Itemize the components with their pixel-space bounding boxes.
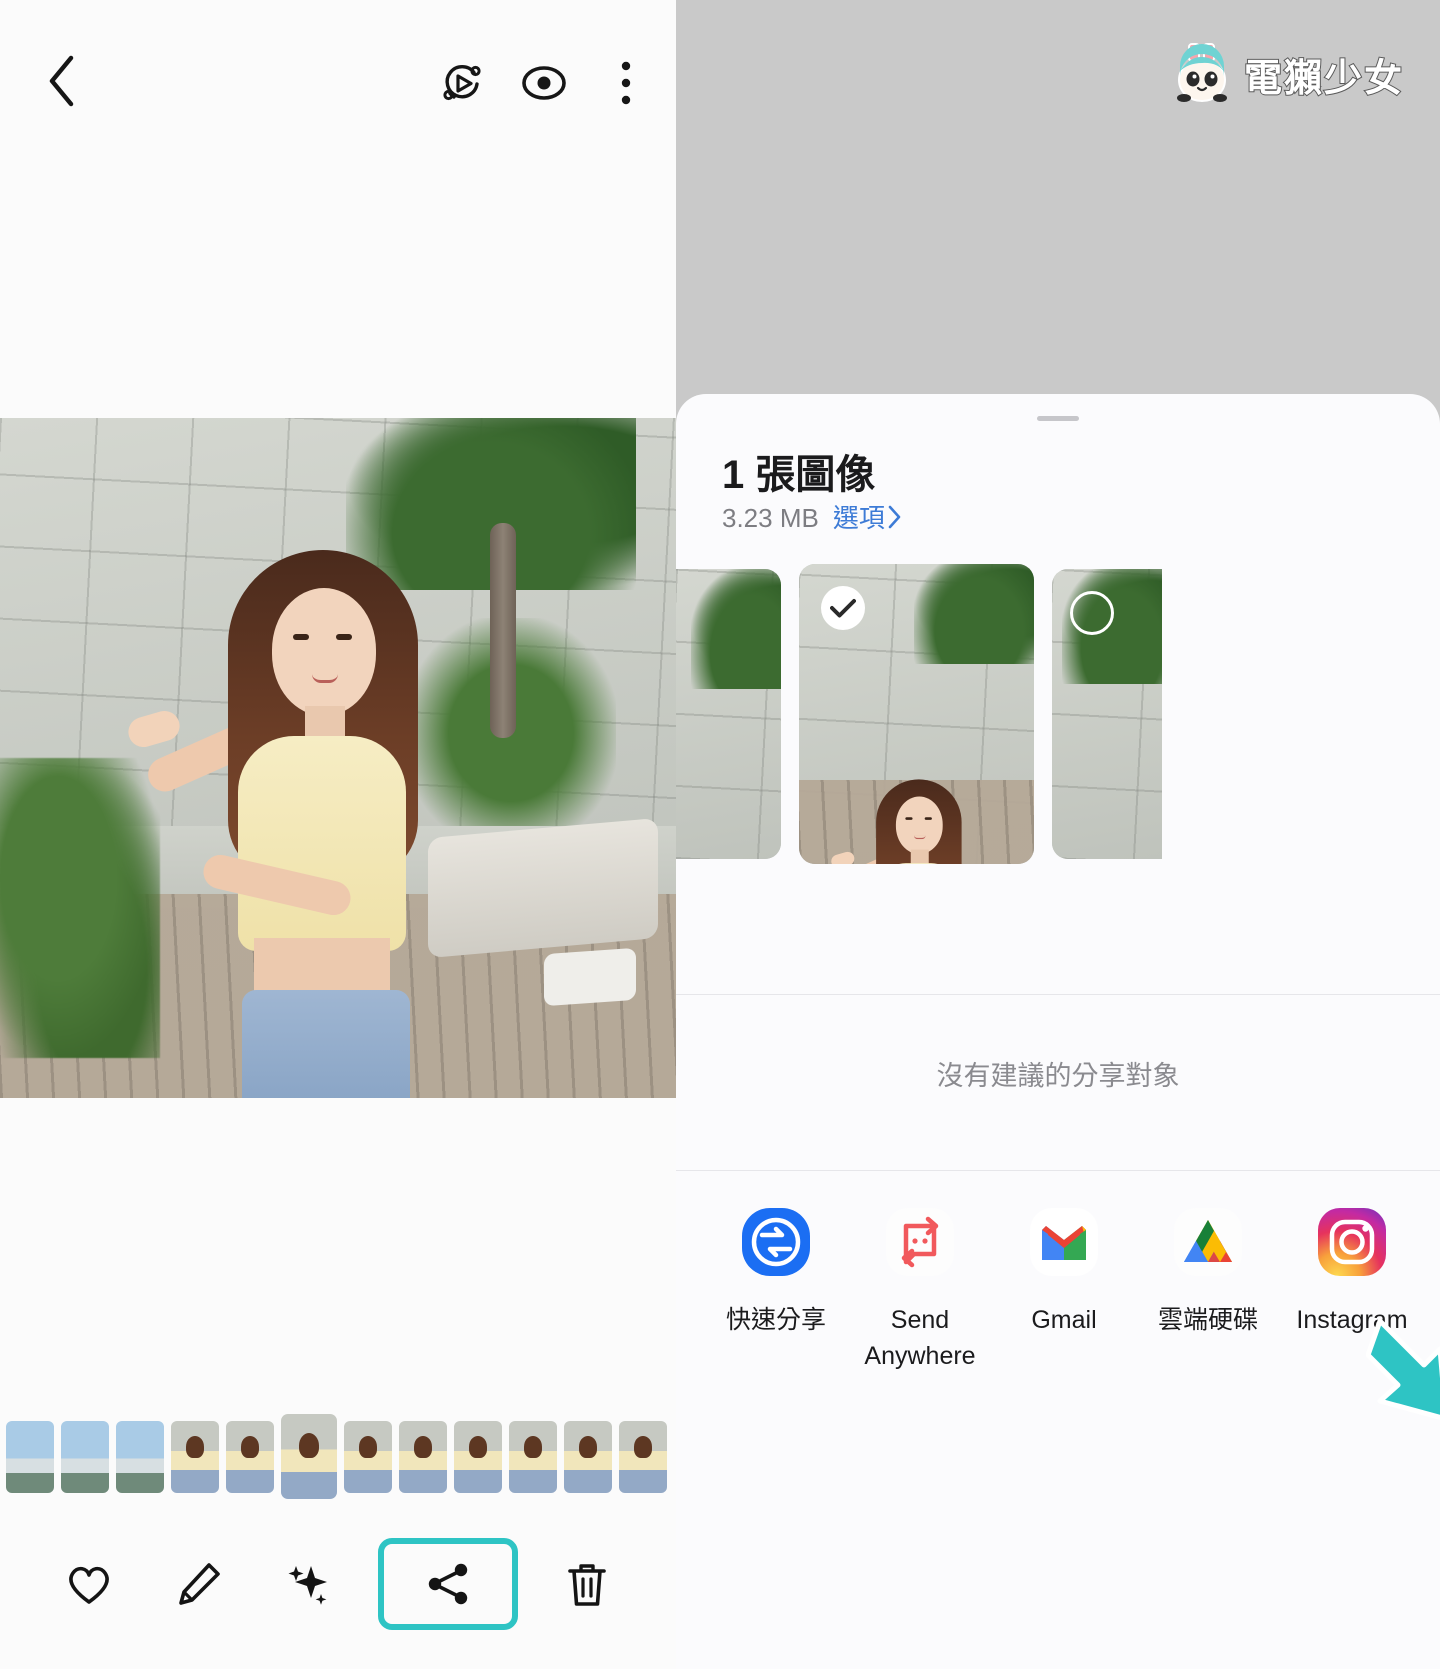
overflow-menu-icon[interactable] xyxy=(598,55,654,111)
filmstrip-thumb[interactable] xyxy=(61,1420,109,1493)
filmstrip-thumb[interactable] xyxy=(619,1420,667,1493)
google-drive-icon xyxy=(1170,1204,1246,1280)
viewer-toolbar-actions xyxy=(434,55,654,111)
favorite-heart-icon[interactable] xyxy=(48,1543,130,1625)
sheet-divider xyxy=(676,1170,1440,1171)
filmstrip-thumb[interactable] xyxy=(116,1420,164,1493)
android-share-sheet-pane: 電獺少女 1 張圖像 3.23 MB 選項 沒有建議的分享對象 快速分享 Sen… xyxy=(676,0,1440,1669)
watermark-text: 電獺少女 xyxy=(1243,55,1404,101)
filmstrip-thumb[interactable] xyxy=(564,1420,612,1493)
gallery-photo-viewer xyxy=(0,0,676,1669)
filmstrip-thumb[interactable] xyxy=(399,1420,447,1493)
back-chevron-icon[interactable] xyxy=(36,55,88,107)
photo-umbrella xyxy=(490,523,516,738)
viewer-top-toolbar xyxy=(0,0,676,165)
delete-trash-icon[interactable] xyxy=(546,1543,628,1625)
filmstrip-thumb[interactable] xyxy=(171,1420,219,1493)
share-sheet-subtitle: 3.23 MB 選項 xyxy=(722,498,903,535)
site-watermark: 電獺少女 xyxy=(1170,42,1404,106)
app-label: Gmail xyxy=(1031,1306,1097,1334)
motion-photo-icon[interactable] xyxy=(434,55,490,111)
teal-pointer-arrow-icon xyxy=(1365,1315,1440,1440)
filmstrip-thumb[interactable] xyxy=(454,1420,502,1493)
share-target-quick-share[interactable]: 快速分享 xyxy=(704,1204,848,1338)
unselected-check-icon[interactable] xyxy=(1070,591,1114,635)
sheet-drag-handle[interactable] xyxy=(1037,416,1079,421)
share-thumbnail[interactable] xyxy=(1052,569,1162,859)
otter-girl-mascot-icon xyxy=(1170,42,1234,106)
eye-icon[interactable] xyxy=(516,55,572,111)
share-sheet-panel: 1 張圖像 3.23 MB 選項 沒有建議的分享對象 快速分享 Send Any… xyxy=(676,394,1440,1669)
gmail-icon xyxy=(1026,1204,1102,1280)
share-sheet-title: 1 張圖像 xyxy=(722,453,876,497)
edit-pencil-icon[interactable] xyxy=(158,1543,240,1625)
share-target-app-row[interactable]: 快速分享 Send Anywhere Gmail 雲端硬碟 Instagram xyxy=(676,1204,1440,1454)
main-photo[interactable] xyxy=(0,418,676,1098)
no-suggestions-text: 沒有建議的分享對象 xyxy=(936,1061,1180,1091)
photo-subject-person xyxy=(124,438,480,1098)
filmstrip-thumb[interactable] xyxy=(344,1420,392,1493)
filmstrip-thumb[interactable] xyxy=(6,1420,54,1493)
photo-filmstrip[interactable] xyxy=(0,1414,676,1499)
app-label: 快速分享 xyxy=(725,1306,826,1334)
send-anywhere-icon xyxy=(882,1204,958,1280)
share-thumbnail-selected[interactable] xyxy=(799,564,1034,864)
share-thumbnail[interactable] xyxy=(676,569,781,859)
share-target-google-drive[interactable]: 雲端硬碟 xyxy=(1136,1204,1280,1338)
options-link[interactable]: 選項 xyxy=(833,498,903,535)
instagram-icon xyxy=(1314,1204,1390,1280)
options-label: 選項 xyxy=(832,503,885,533)
share-target-gmail[interactable]: Gmail xyxy=(992,1204,1136,1338)
share-icon[interactable] xyxy=(378,1538,518,1630)
chevron-right-icon xyxy=(888,505,901,528)
filmstrip-thumb-current[interactable] xyxy=(281,1414,337,1499)
sheet-divider xyxy=(676,994,1440,995)
photo-foliage-left xyxy=(0,758,160,1058)
quick-share-icon xyxy=(738,1204,814,1280)
app-label: Send Anywhere xyxy=(864,1306,976,1371)
selected-check-icon[interactable] xyxy=(821,586,865,630)
ai-sparkle-icon[interactable] xyxy=(268,1543,350,1625)
app-label: 雲端硬碟 xyxy=(1157,1306,1258,1334)
photo-table xyxy=(544,947,636,1007)
selected-images-row[interactable] xyxy=(676,564,1440,864)
filmstrip-thumb[interactable] xyxy=(509,1420,557,1493)
filmstrip-thumb[interactable] xyxy=(226,1420,274,1493)
viewer-bottom-action-bar xyxy=(0,1499,676,1669)
share-target-send-anywhere[interactable]: Send Anywhere xyxy=(848,1204,992,1375)
file-size-label: 3.23 MB xyxy=(722,503,819,533)
screenshot-root: 電獺少女 1 張圖像 3.23 MB 選項 沒有建議的分享對象 快速分享 Sen… xyxy=(0,0,1440,1669)
